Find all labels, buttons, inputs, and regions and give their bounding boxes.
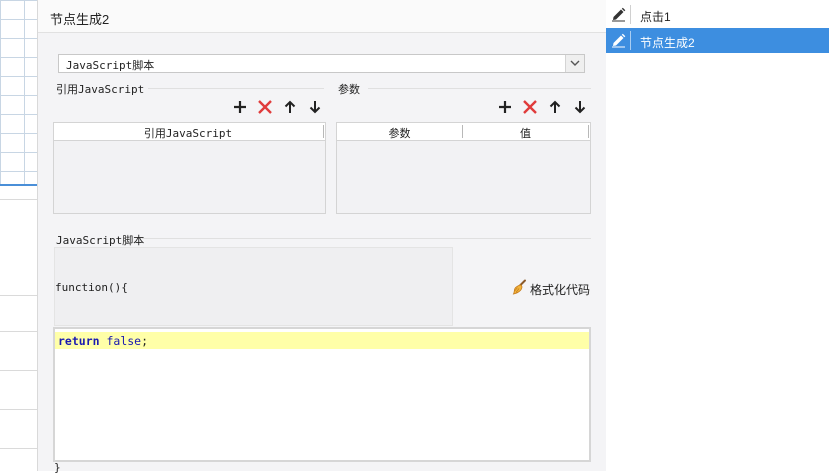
- chevron-down-icon[interactable]: [565, 55, 584, 72]
- param-name-column-header[interactable]: 参数: [337, 125, 462, 141]
- function-footer-text: }: [54, 461, 61, 474]
- param-value-column-header[interactable]: 值: [463, 125, 588, 141]
- ref-js-table[interactable]: 引用JavaScript: [53, 122, 326, 214]
- ref-js-section-rule: [148, 88, 324, 89]
- background-grid: [0, 0, 37, 185]
- format-code-label: 格式化代码: [530, 283, 591, 297]
- column-separator: [323, 125, 324, 138]
- background-row-line: [0, 409, 37, 410]
- node-item-click1[interactable]: 点击1: [606, 2, 829, 27]
- ref-js-add-button[interactable]: [232, 99, 248, 115]
- column-separator: [588, 125, 589, 138]
- ref-js-move-up-button[interactable]: [282, 99, 298, 115]
- node-edit-dialog: 节点生成2 JavaScript脚本 引用JavaScript 引用JavaSc…: [37, 0, 607, 474]
- code-keyword-false: false: [106, 334, 142, 348]
- arrow-down-icon: [574, 101, 586, 114]
- background-sheet: [0, 0, 37, 471]
- delete-icon: [258, 100, 272, 114]
- background-divider: [0, 184, 37, 186]
- dialog-title: 节点生成2: [50, 12, 110, 27]
- params-table[interactable]: 参数 值: [336, 122, 591, 214]
- params-delete-button[interactable]: [522, 99, 538, 115]
- pencil-icon: [606, 2, 630, 27]
- background-row-line: [0, 331, 37, 332]
- params-table-header: 参数 值: [337, 123, 590, 141]
- params-add-button[interactable]: [497, 99, 513, 115]
- ref-js-table-header: 引用JavaScript: [54, 123, 325, 141]
- plus-icon: [499, 101, 511, 113]
- background-row-line: [0, 199, 37, 200]
- code-editor[interactable]: return false;: [53, 327, 591, 462]
- ref-js-column-header[interactable]: 引用JavaScript: [54, 125, 322, 141]
- background-row-line: [0, 448, 37, 449]
- broom-icon: [512, 279, 526, 295]
- ref-js-section-label: 引用JavaScript: [56, 83, 145, 96]
- code-line: return false;: [55, 332, 589, 349]
- function-header-text: function(){: [55, 281, 128, 294]
- script-section-rule: [142, 238, 591, 239]
- arrow-down-icon: [309, 101, 321, 114]
- script-type-select[interactable]: JavaScript脚本: [58, 54, 585, 73]
- plus-icon: [234, 101, 246, 113]
- background-row-line: [0, 370, 37, 371]
- params-section-rule: [368, 88, 591, 89]
- node-item-label: 节点生成2: [640, 36, 695, 50]
- script-section-label: JavaScript脚本: [56, 234, 145, 247]
- dialog-titlebar: 节点生成2: [38, 0, 606, 33]
- params-move-up-button[interactable]: [547, 99, 563, 115]
- code-text: return false;: [58, 334, 148, 348]
- pencil-icon: [606, 28, 630, 53]
- function-header-area: function(){: [54, 247, 453, 326]
- node-item-separator: [630, 5, 631, 24]
- arrow-up-icon: [549, 100, 561, 113]
- background-row-line: [0, 295, 37, 296]
- code-keyword-return: return: [58, 334, 100, 348]
- ref-js-move-down-button[interactable]: [307, 99, 323, 115]
- node-item-separator: [630, 31, 631, 50]
- params-section-label: 参数: [338, 84, 360, 96]
- delete-icon: [523, 100, 537, 114]
- arrow-up-icon: [284, 100, 296, 113]
- script-type-value: JavaScript脚本: [66, 59, 155, 72]
- code-semicolon: ;: [141, 334, 149, 348]
- node-item-generate2[interactable]: 节点生成2: [606, 28, 829, 53]
- node-item-label: 点击1: [640, 10, 671, 24]
- node-list-panel: 点击1 节点生成2: [606, 0, 839, 471]
- params-move-down-button[interactable]: [572, 99, 588, 115]
- ref-js-delete-button[interactable]: [257, 99, 273, 115]
